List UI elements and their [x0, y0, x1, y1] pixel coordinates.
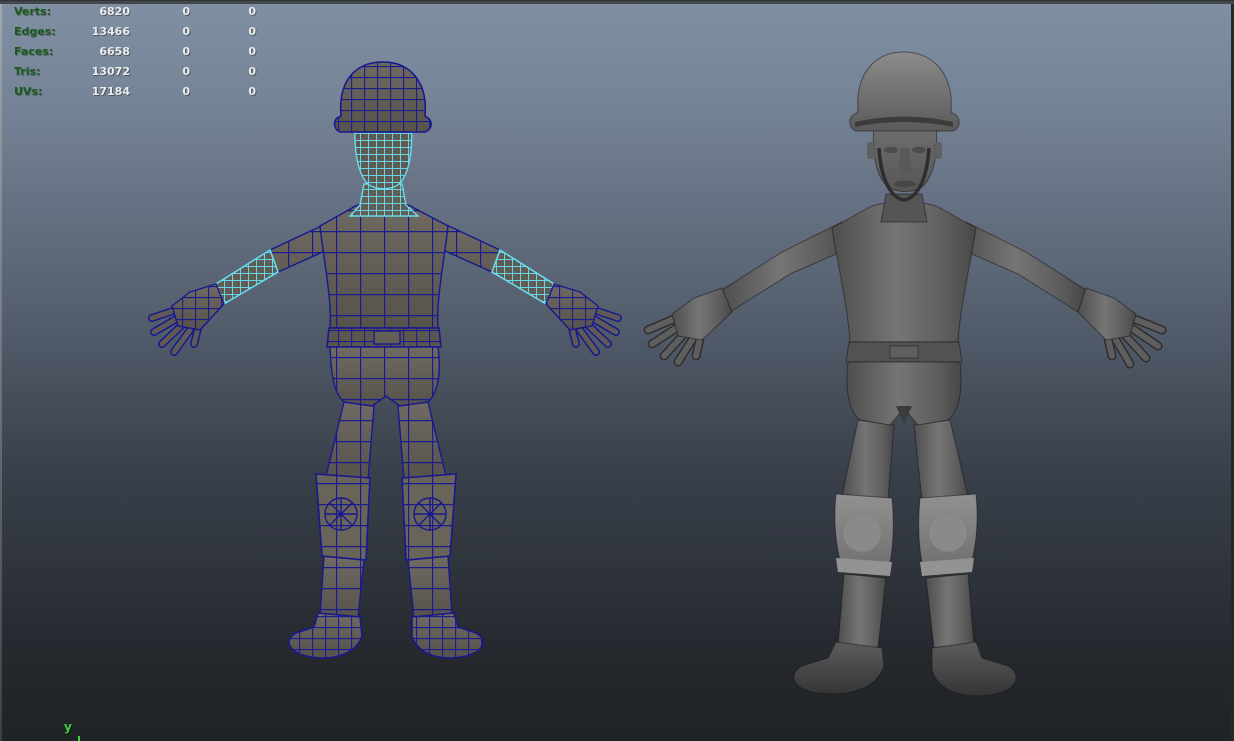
hud-label-uvs: UVs: — [14, 82, 66, 102]
hud-row-uvs: UVs:1718400 — [14, 82, 256, 102]
shaded-head — [850, 52, 959, 222]
model-soldier-shaded[interactable] — [648, 52, 1162, 696]
hud-uvs-total: 17184 — [66, 82, 130, 102]
hud-uvs-col3: 0 — [190, 82, 256, 102]
hud-verts-col2: 0 — [130, 2, 190, 22]
hud-tris-total: 13072 — [66, 62, 130, 82]
scene-canvas[interactable] — [0, 0, 1234, 741]
boot-left — [794, 642, 884, 694]
hud-row-tris: Tris:1307200 — [14, 62, 256, 82]
wireframe-torso — [320, 202, 448, 406]
shaded-legs — [794, 420, 1016, 696]
hud-faces-col2: 0 — [130, 42, 190, 62]
hud-label-faces: Faces: — [14, 42, 66, 62]
hud-verts-total: 6820 — [66, 2, 130, 22]
hud-row-faces: Faces:665800 — [14, 42, 256, 62]
hud-tris-col3: 0 — [190, 62, 256, 82]
viewport-left-border — [0, 4, 2, 741]
hud-edges-col3: 0 — [190, 22, 256, 42]
belt-buckle — [890, 346, 918, 358]
boot-right — [932, 642, 1016, 696]
viewport-3d[interactable]: Verts:682000 Edges:1346600 Faces:665800 … — [0, 0, 1234, 741]
view-axis-gizmo: y — [64, 716, 72, 735]
hud-label-verts: Verts: — [14, 2, 66, 22]
hud-row-edges: Edges:1346600 — [14, 22, 256, 42]
hud-verts-col3: 0 — [190, 2, 256, 22]
wireframe-legs — [289, 402, 483, 658]
hud-edges-col2: 0 — [130, 22, 190, 42]
hud-label-edges: Edges: — [14, 22, 66, 42]
wireframe-head-selected — [335, 62, 432, 216]
belt-buckle — [374, 331, 400, 344]
shaded-torso — [832, 202, 976, 425]
hud-label-tris: Tris: — [14, 62, 66, 82]
hud-tris-col2: 0 — [130, 62, 190, 82]
hud-row-verts: Verts:682000 — [14, 2, 256, 22]
hud-edges-total: 13466 — [66, 22, 130, 42]
hud-faces-total: 6658 — [66, 42, 130, 62]
axis-y-line — [78, 736, 80, 741]
model-soldier-wireframe[interactable] — [152, 62, 618, 658]
hud-faces-col3: 0 — [190, 42, 256, 62]
hud-uvs-col2: 0 — [130, 82, 190, 102]
poly-count-hud: Verts:682000 Edges:1346600 Faces:665800 … — [14, 2, 256, 102]
axis-y-label: y — [64, 720, 72, 734]
